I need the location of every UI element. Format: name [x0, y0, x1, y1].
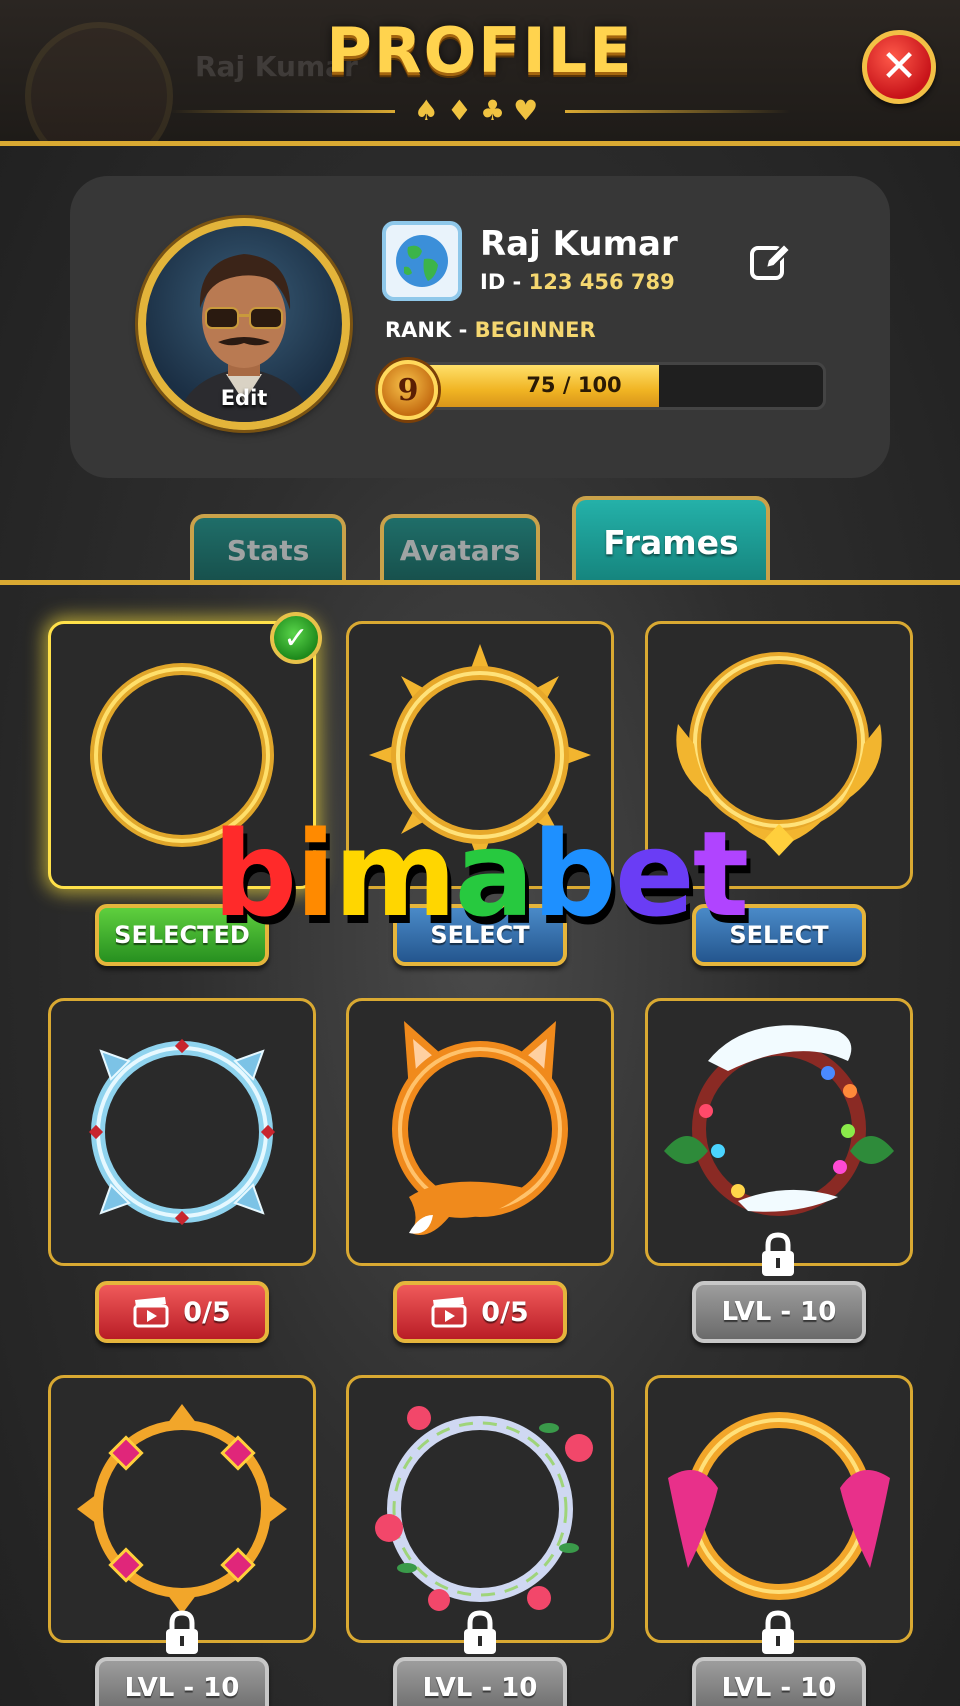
frame-ruby-jewel-frame[interactable] — [48, 1375, 316, 1643]
globe-icon — [396, 235, 448, 287]
frame-ice-crystal-frame[interactable] — [48, 998, 316, 1266]
close-button[interactable]: ✕ — [862, 30, 936, 104]
edit-pencil-icon — [750, 242, 792, 280]
ice-crystal-frame-icon — [88, 1038, 276, 1226]
rank-label: RANK - — [385, 318, 475, 342]
player-name: Raj Kumar — [480, 224, 678, 264]
flower-vine-frame-icon — [375, 1406, 593, 1611]
frame-button-watch-ads[interactable]: 0/5 — [393, 1281, 567, 1343]
royal-crest-ring-icon — [676, 652, 882, 856]
ruby-jewel-frame-icon — [77, 1404, 287, 1614]
header-bar: Raj Kumar PROFILE ♠♦♣♥ — [0, 0, 960, 146]
pink-ribbon-frame-icon — [668, 1412, 890, 1600]
frame-button-watch-ads[interactable]: 0/5 — [95, 1281, 269, 1343]
lock-icon — [762, 1610, 794, 1654]
frame-button-locked[interactable]: LVL - 10 — [393, 1657, 567, 1706]
tab-frames[interactable]: Frames — [572, 496, 770, 584]
player-id: ID - 123 456 789 — [480, 270, 675, 294]
video-clapper-icon — [133, 1297, 169, 1328]
fox-ear-frame-icon — [392, 1021, 568, 1235]
xp-progress-text: 75 / 100 — [526, 373, 622, 397]
plain-gold-ring-icon — [90, 663, 274, 847]
avatar-edit-label: Edit — [220, 386, 268, 410]
christmas-wreath-frame-icon — [664, 1025, 894, 1216]
tab-divider — [0, 580, 960, 585]
close-icon: ✕ — [880, 41, 918, 92]
video-clapper-icon — [431, 1297, 467, 1328]
ads-progress-text: 0/5 — [183, 1296, 231, 1328]
country-flag[interactable] — [382, 221, 462, 301]
frame-pink-ribbon-frame[interactable] — [645, 1375, 913, 1643]
frame-christmas-wreath-frame[interactable] — [645, 998, 913, 1266]
sun-spike-ring-icon — [369, 644, 591, 866]
player-id-label: ID - — [480, 270, 529, 294]
frame-sun-spike-ring[interactable] — [346, 621, 614, 889]
frame-button-select[interactable]: SELECT — [393, 904, 567, 966]
level-badge: 9 — [378, 360, 438, 420]
tab-stats[interactable]: Stats — [190, 514, 346, 582]
frame-plain-gold-ring[interactable] — [48, 621, 316, 889]
frame-flower-vine-frame[interactable] — [346, 1375, 614, 1643]
tab-avatars[interactable]: Avatars — [380, 514, 540, 582]
selected-check-icon: ✓ — [270, 612, 322, 664]
frame-button-select[interactable]: SELECT — [692, 904, 866, 966]
lock-icon — [762, 1232, 794, 1276]
page-title: PROFILE — [326, 14, 634, 87]
lock-icon — [464, 1610, 496, 1654]
frame-fox-ear-frame[interactable] — [346, 998, 614, 1266]
frame-button-locked[interactable]: LVL - 10 — [95, 1657, 269, 1706]
lock-icon — [166, 1610, 198, 1654]
frame-button-locked[interactable]: LVL - 10 — [692, 1657, 866, 1706]
xp-progress-bar: 75 / 100 — [402, 362, 826, 410]
edit-name-button[interactable] — [748, 240, 792, 284]
ads-progress-text: 0/5 — [481, 1296, 529, 1328]
card-suits-icon: ♠♦♣♥ — [413, 94, 547, 127]
player-rank: RANK - BEGINNER — [385, 318, 596, 342]
frame-button-locked[interactable]: LVL - 10 — [692, 1281, 866, 1343]
player-id-value: 123 456 789 — [528, 270, 675, 294]
frame-royal-crest-ring[interactable] — [645, 621, 913, 889]
frame-button-selected[interactable]: SELECTED — [95, 904, 269, 966]
rank-value: BEGINNER — [474, 318, 596, 342]
avatar[interactable]: Edit — [138, 218, 350, 430]
